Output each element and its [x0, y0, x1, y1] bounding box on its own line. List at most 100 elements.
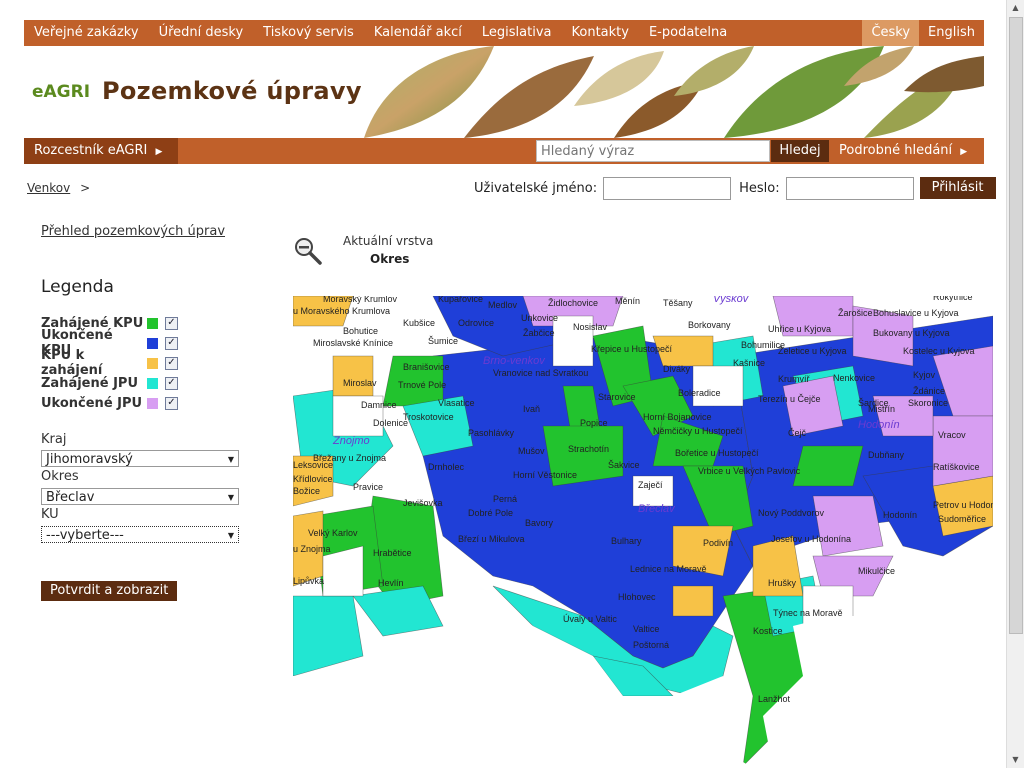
map-place-label: Bohutice — [343, 326, 378, 336]
map-place-label: Týnec na Moravě — [773, 608, 843, 618]
legend-swatch — [147, 317, 158, 329]
legend-label: Zahájené JPU — [41, 375, 139, 391]
legend-checkbox[interactable]: ✓ — [165, 316, 178, 330]
map-place-label: Leksovice — [293, 460, 333, 470]
map-place-label: Velký Karlov — [308, 528, 358, 538]
lang-czech[interactable]: Česky — [862, 20, 920, 46]
confirm-button[interactable]: Potvrdit a zobrazit — [41, 581, 178, 601]
scroll-thumb[interactable] — [1009, 17, 1023, 634]
scroll-up-icon[interactable]: ▲ — [1007, 0, 1024, 16]
map-place-label: Kupařovice — [438, 296, 483, 304]
nav-press-service[interactable]: Tiskový servis — [253, 20, 364, 46]
eagri-crossroads-link[interactable]: Rozcestník eAGRI ▶ — [24, 138, 178, 164]
advanced-search-link[interactable]: Podrobné hledání ▶ — [839, 138, 967, 165]
nav-legislation[interactable]: Legislativa — [472, 20, 562, 46]
map-city-label: Brno-venkov — [483, 355, 546, 367]
nav-e-filing[interactable]: E-podatelna — [639, 20, 737, 46]
map-svg: Brno-venkov Vyškov Znojmo Hodonín Břeclav Mor… — [293, 296, 993, 768]
legend-swatch — [147, 357, 158, 369]
map-place-label: Kyjov — [913, 370, 936, 380]
ku-select[interactable]: ---vyberte--- ▼ — [41, 526, 239, 543]
ku-label: KU — [41, 507, 59, 522]
chevron-down-icon: ▼ — [227, 531, 234, 540]
map-place-label: Boleradice — [678, 388, 721, 398]
map-place-label: Dobré Pole — [468, 508, 513, 518]
map-place-label: Horní Věstonice — [513, 470, 577, 480]
nav-contacts[interactable]: Kontakty — [562, 20, 639, 46]
username-field[interactable] — [603, 176, 732, 200]
district-map[interactable]: Brno-venkov Vyškov Znojmo Hodonín Břeclav Mor… — [293, 296, 993, 768]
map-place-label: Terezín u Čejče — [758, 394, 821, 404]
breadcrumb-link-venkov[interactable]: Venkov — [27, 181, 70, 195]
map-city-label: Znojmo — [332, 435, 370, 447]
okres-select[interactable]: Břeclav ▼ — [41, 488, 239, 505]
legend-item: Ukončené JPU ✓ — [41, 393, 178, 413]
map-place-label: Krumvíř — [778, 374, 811, 384]
search-input[interactable] — [536, 140, 770, 162]
map-place-label: Křídlovice — [293, 474, 333, 484]
scroll-down-icon[interactable]: ▼ — [1007, 752, 1024, 768]
map-place-label: Mušov — [518, 446, 545, 456]
map-place-label: Bavory — [525, 518, 554, 528]
username-label: Uživatelské jméno: — [474, 180, 598, 196]
legend-checkbox[interactable]: ✓ — [165, 356, 178, 370]
map-place-label: Troskotovice — [403, 412, 454, 422]
map-place-label: Bořetice u Hustopečí — [675, 448, 759, 458]
map-place-label: Popice — [580, 418, 608, 428]
map-place-label: Kašnice — [733, 358, 765, 368]
map-place-label: Lanžhot — [758, 694, 791, 704]
legend: Zahájené KPU ✓ Ukončené KPU ✓ KPU k zahá… — [41, 313, 178, 413]
map-place-label: Hevlín — [378, 578, 404, 588]
map-place-label: Lednice na Moravě — [630, 564, 707, 574]
header-banner: eAGRI Pozemkové úpravy — [24, 46, 984, 138]
map-place-label: Židlochovice — [548, 298, 598, 308]
map-place-label: Damnice — [361, 400, 397, 410]
map-place-label: Těšany — [663, 298, 693, 308]
map-place-label: Ivaň — [523, 404, 540, 414]
nav-public-contracts[interactable]: Veřejné zakázky — [24, 20, 149, 46]
current-layer-label: Aktuální vrstva — [343, 234, 434, 248]
legend-checkbox[interactable]: ✓ — [165, 396, 178, 410]
zoom-out-icon[interactable] — [293, 236, 323, 266]
map-place-label: Kostice — [753, 626, 783, 636]
map-place-label: Čejč — [788, 428, 807, 438]
map-place-label: Ždánice — [913, 386, 945, 396]
password-field[interactable] — [785, 176, 914, 200]
overview-link[interactable]: Přehled pozemkových úprav — [41, 224, 225, 239]
legend-item: Zahájené JPU ✓ — [41, 373, 178, 393]
map-place-label: Podivín — [703, 538, 733, 548]
legend-checkbox[interactable]: ✓ — [165, 336, 178, 350]
map-city-label: Vyškov — [713, 296, 750, 305]
ku-value: ---vyberte--- — [46, 528, 124, 543]
nav-official-boards[interactable]: Úřední desky — [149, 20, 254, 46]
legend-checkbox[interactable]: ✓ — [165, 376, 178, 390]
map-place-label: Vlasatice — [438, 398, 475, 408]
lang-english[interactable]: English — [919, 20, 984, 46]
top-navigation: Veřejné zakázky Úřední desky Tiskový ser… — [24, 20, 984, 46]
map-place-label: Petrov u Hodonína — [933, 500, 993, 510]
map-place-label: u Znojma — [293, 544, 331, 554]
okres-value: Břeclav — [46, 490, 95, 505]
map-place-label: Dubňany — [868, 450, 905, 460]
map-place-label: Lipůvka — [293, 576, 324, 586]
map-place-label: Bohuslavice u Kyjova — [873, 308, 959, 318]
eagri-crossroads-label: Rozcestník eAGRI — [34, 143, 148, 158]
map-place-label: Bukovany u Kyjova — [873, 328, 950, 338]
map-place-label: Žabčice — [523, 328, 555, 338]
kraj-select[interactable]: Jihomoravský ▼ — [41, 450, 239, 467]
map-place-label: Žarošice — [838, 308, 873, 318]
map-place-label: Božice — [293, 486, 320, 496]
map-place-label: Josefov u Hodonína — [771, 534, 851, 544]
login-button[interactable]: Přihlásit — [919, 177, 996, 199]
eagri-logo[interactable]: eAGRI — [32, 82, 90, 102]
breadcrumb-separator: > — [80, 181, 91, 195]
map-place-label: Ratíškovice — [933, 462, 980, 472]
map-place-label: Šumice — [428, 336, 458, 346]
map-place-label: Nosislav — [573, 322, 608, 332]
vertical-scrollbar[interactable]: ▲ ▼ — [1006, 0, 1024, 768]
search-button[interactable]: Hledej — [771, 140, 829, 162]
nav-events-calendar[interactable]: Kalendář akcí — [364, 20, 472, 46]
map-place-label: Mistřín — [868, 404, 895, 414]
okres-label: Okres — [41, 469, 79, 484]
map-place-label: Skoronice — [908, 398, 948, 408]
